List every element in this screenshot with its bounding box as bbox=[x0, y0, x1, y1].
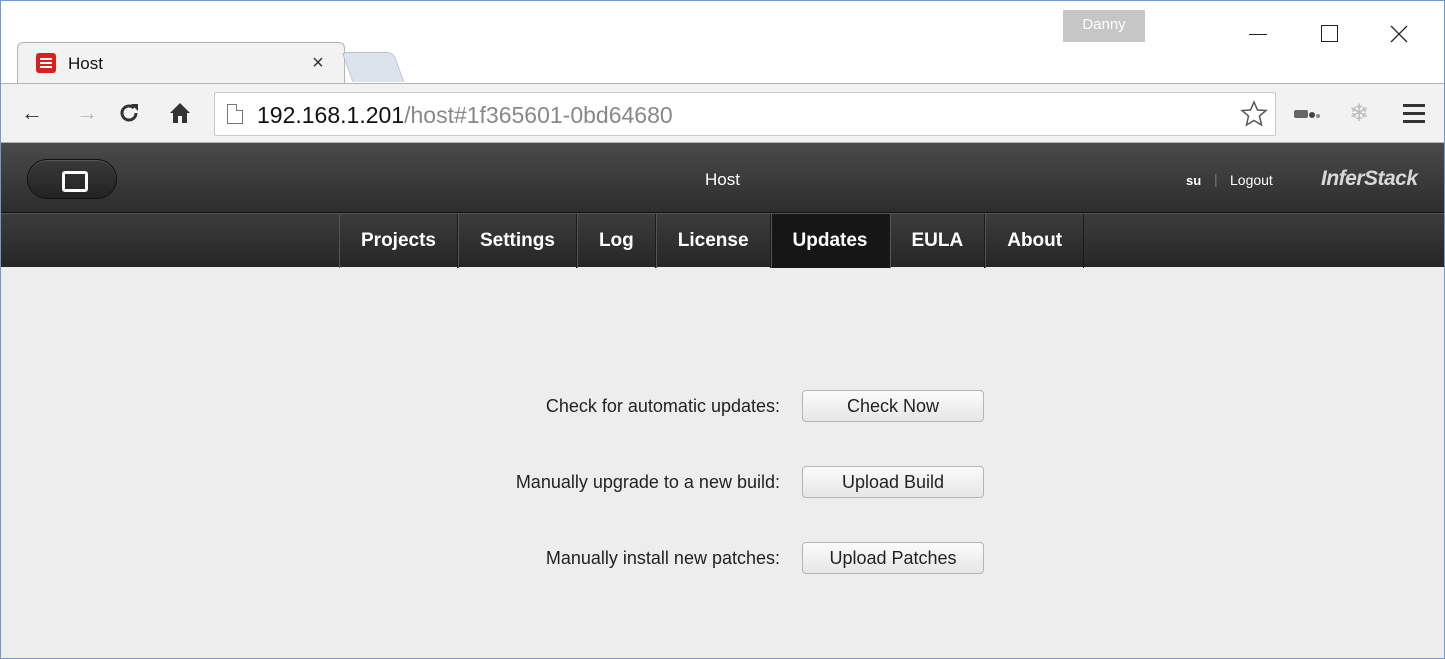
upload-patches-row: Manually install new patches: Upload Pat… bbox=[1, 542, 1444, 574]
nav-item-updates[interactable]: Updates bbox=[770, 214, 890, 268]
nav-item-log[interactable]: Log bbox=[576, 214, 656, 268]
profile-badge[interactable]: Danny bbox=[1063, 10, 1145, 42]
forward-arrow-icon[interactable]: → bbox=[72, 98, 102, 128]
home-icon[interactable] bbox=[165, 98, 195, 128]
new-tab-button[interactable] bbox=[341, 52, 405, 82]
browser-tab[interactable]: Host × bbox=[17, 42, 345, 84]
app-header: Host su | Logout InferStack bbox=[1, 143, 1444, 213]
logout-link[interactable]: Logout bbox=[1230, 172, 1273, 188]
url-text[interactable]: 192.168.1.201/host#1f365601-0bd64680 bbox=[257, 102, 673, 129]
close-window-button[interactable] bbox=[1379, 15, 1419, 51]
main-nav: Projects Settings Log License Updates EU… bbox=[1, 213, 1444, 268]
upload-patches-label: Manually install new patches: bbox=[545, 548, 780, 568]
brand-logo: InferStack bbox=[1321, 167, 1418, 190]
nav-item-eula[interactable]: EULA bbox=[889, 214, 986, 268]
app-favicon-icon bbox=[36, 53, 56, 73]
snowflake-extension-icon[interactable]: ❄ bbox=[1347, 102, 1371, 126]
browser-toolbar: ← → 192.168.1.201/host#1f365601-0bd64680 bbox=[1, 83, 1444, 143]
close-icon bbox=[1390, 25, 1408, 43]
page-icon bbox=[227, 104, 243, 124]
page-content: Host su | Logout InferStack Projects Set… bbox=[1, 143, 1444, 658]
header-separator: | bbox=[1214, 171, 1218, 187]
address-bar[interactable]: 192.168.1.201/host#1f365601-0bd64680 bbox=[214, 92, 1276, 136]
check-updates-label: Check for automatic updates: bbox=[545, 396, 780, 416]
maximize-button[interactable] bbox=[1309, 15, 1349, 51]
hamburger-menu-icon[interactable] bbox=[1403, 104, 1425, 124]
tab-close-icon[interactable]: × bbox=[306, 52, 330, 76]
reload-icon[interactable] bbox=[114, 98, 144, 128]
user-name: su bbox=[1186, 173, 1202, 188]
page-title: Host bbox=[705, 170, 740, 189]
tab-title: Host bbox=[68, 54, 103, 73]
nav-item-license[interactable]: License bbox=[655, 214, 771, 268]
nav-item-settings[interactable]: Settings bbox=[457, 214, 577, 268]
upload-build-row: Manually upgrade to a new build: Upload … bbox=[1, 466, 1444, 498]
browser-window: Danny Host × ← → 192.168.1.201/host#1f36… bbox=[0, 0, 1445, 659]
check-now-button[interactable]: Check Now bbox=[802, 390, 984, 422]
upload-patches-button[interactable]: Upload Patches bbox=[802, 542, 984, 574]
bookmark-star-icon[interactable] bbox=[1239, 99, 1269, 129]
back-arrow-icon[interactable]: ← bbox=[17, 98, 47, 128]
title-bar: Danny Host × bbox=[1, 1, 1444, 84]
upload-build-button[interactable]: Upload Build bbox=[802, 466, 984, 498]
extension-icon[interactable] bbox=[1291, 106, 1321, 122]
nav-item-about[interactable]: About bbox=[985, 214, 1085, 268]
minimize-button[interactable] bbox=[1239, 15, 1279, 51]
upload-build-label: Manually upgrade to a new build: bbox=[515, 472, 780, 492]
nav-item-projects[interactable]: Projects bbox=[339, 214, 458, 268]
check-updates-row: Check for automatic updates: Check Now bbox=[1, 390, 1444, 422]
